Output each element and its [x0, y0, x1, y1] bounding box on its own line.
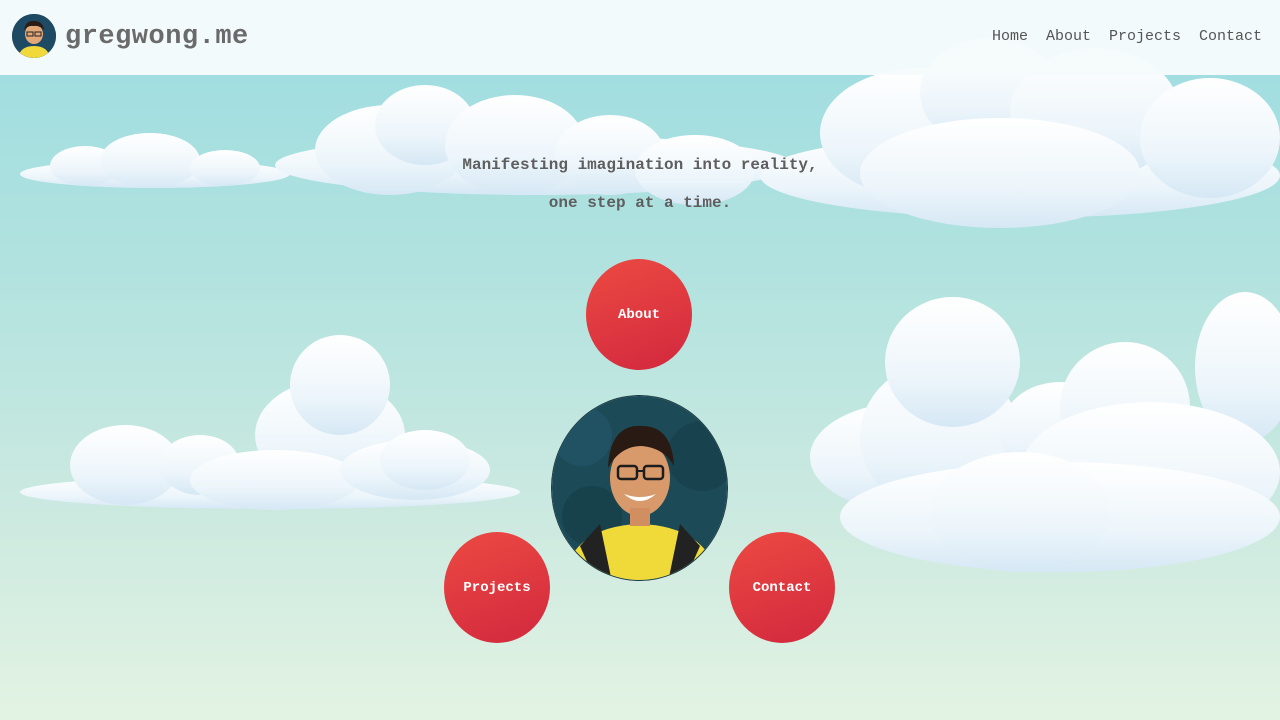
site-header: gregwong.me Home About Projects Contact	[0, 0, 1280, 75]
top-nav: Home About Projects Contact	[992, 28, 1262, 45]
nav-about[interactable]: About	[1046, 28, 1091, 45]
portrait-photo	[551, 395, 728, 581]
tagline-line2: one step at a time.	[548, 194, 732, 212]
nav-home[interactable]: Home	[992, 28, 1028, 45]
cloud-mid-right	[800, 292, 1280, 582]
contact-button[interactable]: Contact	[729, 532, 835, 643]
brand-title[interactable]: gregwong.me	[65, 22, 249, 52]
tagline-line1: Manifesting imagination into reality,	[462, 156, 818, 174]
avatar-photo[interactable]	[12, 14, 56, 58]
cloud-mid-left	[20, 335, 520, 515]
nav-contact[interactable]: Contact	[1199, 28, 1262, 45]
about-button[interactable]: About	[586, 259, 692, 370]
nav-projects[interactable]: Projects	[1109, 28, 1181, 45]
projects-button[interactable]: Projects	[444, 532, 550, 643]
